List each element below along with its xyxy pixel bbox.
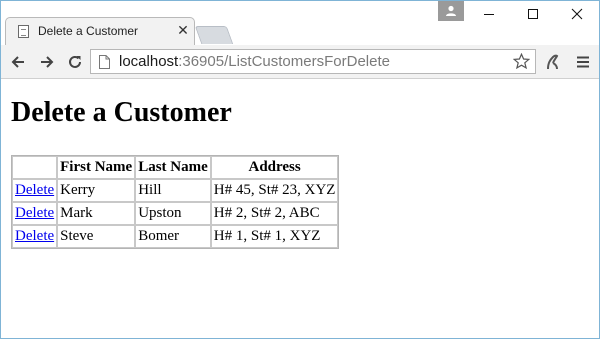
column-header-address: Address [210, 156, 339, 179]
reload-icon [69, 55, 81, 68]
extension-button[interactable] [542, 52, 562, 72]
maximize-icon [528, 9, 538, 19]
column-header-last-name: Last Name [135, 156, 211, 179]
table-row: Delete Steve Bomer H# 1, St# 1, XYZ [12, 225, 339, 248]
action-cell: Delete [12, 225, 58, 248]
url-text: localhost:36905/ListCustomersForDelete [119, 53, 390, 70]
page-title: Delete a Customer [11, 97, 232, 128]
last-name-cell: Bomer [135, 225, 211, 248]
last-name-cell: Upston [135, 202, 211, 225]
first-name-cell: Kerry [57, 179, 136, 202]
back-arrow-icon [11, 56, 24, 68]
extension-icon [547, 54, 559, 70]
page-favicon-icon [18, 25, 29, 38]
tab-title: Delete a Customer [38, 24, 139, 38]
address-cell: H# 45, St# 23, XYZ [210, 179, 339, 202]
column-header-action [12, 156, 58, 179]
url-host: localhost [119, 53, 179, 70]
minimize-button[interactable] [467, 1, 511, 27]
new-tab-button[interactable] [194, 26, 234, 44]
close-icon [571, 8, 583, 20]
profile-button[interactable] [438, 1, 464, 21]
customers-table: First Name Last Name Address Delete Kerr… [11, 155, 340, 249]
maximize-button[interactable] [511, 1, 555, 27]
forward-button[interactable] [37, 52, 57, 72]
profile-icon [446, 5, 456, 16]
table-header-row: First Name Last Name Address [12, 156, 339, 179]
tab-strip: Delete a Customer ✕ [1, 1, 599, 45]
table-row: Delete Mark Upston H# 2, St# 2, ABC [12, 202, 339, 225]
delete-link[interactable]: Delete [15, 182, 54, 198]
action-cell: Delete [12, 179, 58, 202]
delete-link[interactable]: Delete [15, 228, 54, 244]
window-close-button[interactable] [555, 1, 599, 27]
address-bar[interactable]: localhost:36905/ListCustomersForDelete [90, 49, 536, 74]
delete-link[interactable]: Delete [15, 205, 54, 221]
menu-button[interactable] [573, 52, 593, 72]
tab-active[interactable]: Delete a Customer ✕ [5, 17, 195, 45]
tab-close-icon[interactable]: ✕ [176, 21, 190, 39]
first-name-cell: Mark [57, 202, 136, 225]
reload-button[interactable] [65, 52, 85, 72]
page-content: Delete a Customer First Name Last Name A… [1, 79, 599, 338]
address-cell: H# 2, St# 2, ABC [210, 202, 339, 225]
back-button[interactable] [8, 52, 28, 72]
action-cell: Delete [12, 202, 58, 225]
first-name-cell: Steve [57, 225, 136, 248]
star-icon[interactable] [513, 53, 530, 70]
browser-toolbar: localhost:36905/ListCustomersForDelete [1, 45, 599, 79]
page-icon [99, 55, 110, 69]
forward-arrow-icon [41, 56, 54, 68]
url-path: :36905/ListCustomersForDelete [178, 53, 390, 70]
last-name-cell: Hill [135, 179, 211, 202]
minimize-icon [484, 14, 494, 15]
menu-icon [577, 56, 589, 68]
address-cell: H# 1, St# 1, XYZ [210, 225, 339, 248]
column-header-first-name: First Name [57, 156, 136, 179]
table-row: Delete Kerry Hill H# 45, St# 23, XYZ [12, 179, 339, 202]
browser-window: Delete a Customer ✕ localhost:36905/List… [0, 0, 600, 339]
